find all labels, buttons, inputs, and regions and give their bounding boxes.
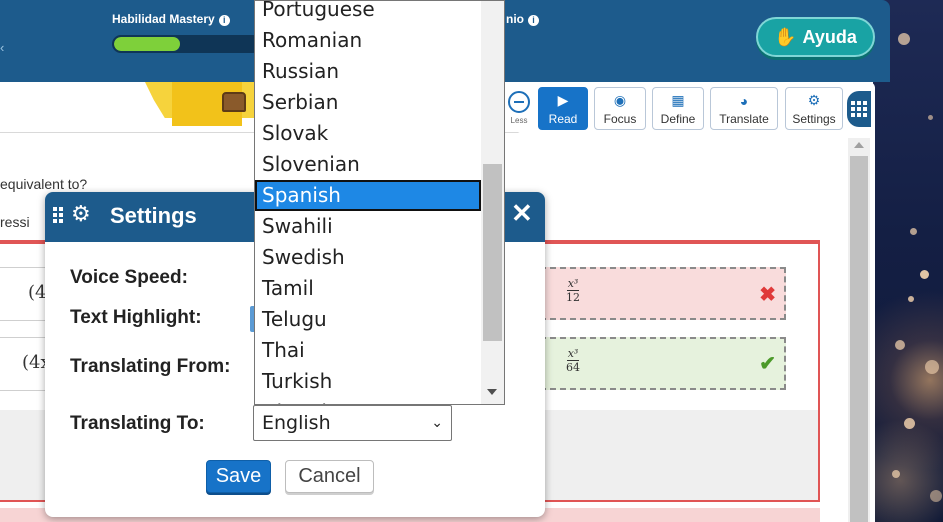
chevron-down-icon: ⌄ xyxy=(431,415,443,431)
question-text-continued: ressi xyxy=(0,214,30,230)
language-option[interactable]: Spanish xyxy=(255,180,481,211)
eye-icon: ◉ xyxy=(613,92,627,108)
language-option[interactable]: Serbian xyxy=(255,87,481,118)
language-option[interactable]: Swedish xyxy=(255,242,481,273)
translating-from-label: Translating From: xyxy=(70,356,231,377)
mastery-progress-bar xyxy=(112,35,262,53)
treasure-chest-icon xyxy=(222,92,246,112)
language-option[interactable]: Slovak xyxy=(255,118,481,149)
read-button[interactable]: ▶ Read xyxy=(538,87,588,130)
language-list: Portuguese Romanian Russian Serbian Slovak Sl… xyxy=(255,1,481,404)
translating-to-select[interactable]: English ⌄ xyxy=(253,405,452,441)
voice-speed-label: Voice Speed: xyxy=(70,267,188,288)
answer-area-right-border xyxy=(818,240,820,502)
focus-button[interactable]: ◉ Focus xyxy=(594,87,646,130)
help-button[interactable]: ✋ Ayuda xyxy=(756,17,875,57)
chevron-left-icon[interactable]: ‹ xyxy=(0,40,4,55)
premio-label: nio i xyxy=(506,12,539,26)
info-icon[interactable]: i xyxy=(528,15,539,26)
language-option[interactable]: Romanian xyxy=(255,25,481,56)
play-icon: ▶ xyxy=(557,92,569,108)
scroll-down-arrow-icon[interactable] xyxy=(487,389,497,395)
gear-icon: ⚙ xyxy=(807,92,821,108)
translating-to-label: Translating To: xyxy=(70,413,205,434)
language-option[interactable]: Tamil xyxy=(255,273,481,304)
gear-icon: ⚙ xyxy=(71,201,91,226)
answer-choice-wrong[interactable]: x³ 12 ✖ xyxy=(540,267,786,320)
info-icon[interactable]: i xyxy=(218,15,230,26)
text-highlight-label: Text Highlight: xyxy=(70,307,202,328)
incorrect-icon: ✖ xyxy=(759,284,776,306)
drag-handle-icon[interactable] xyxy=(53,207,63,223)
translate-button[interactable]: ◕ Translate xyxy=(710,87,778,130)
language-option[interactable]: Thai xyxy=(255,335,481,366)
dropdown-scrollbar[interactable] xyxy=(481,1,504,404)
expression-row-1: (4 xyxy=(28,282,47,303)
language-option[interactable]: Ukranian xyxy=(255,397,481,404)
help-button-label: Ayuda xyxy=(802,26,857,47)
grid-icon xyxy=(851,101,867,117)
settings-button[interactable]: ⚙ Settings xyxy=(785,87,843,130)
correct-icon: ✔ xyxy=(759,353,776,375)
less-button[interactable]: Less xyxy=(507,91,531,131)
language-option[interactable]: Slovenian xyxy=(255,149,481,180)
close-icon[interactable]: ✕ xyxy=(511,198,533,229)
scrollbar-thumb[interactable] xyxy=(850,156,868,522)
fraction: x³ 12 xyxy=(566,277,580,304)
language-option[interactable]: Turkish xyxy=(255,366,481,397)
mastery-progress-fill xyxy=(114,37,180,51)
toolbar-menu-button[interactable] xyxy=(847,91,871,127)
scroll-up-arrow-icon[interactable] xyxy=(854,142,864,148)
book-icon: ▦ xyxy=(671,92,685,108)
language-option[interactable]: Portuguese xyxy=(255,1,481,25)
translating-from-dropdown[interactable]: Portuguese Romanian Russian Serbian Slovak Sl… xyxy=(254,0,505,405)
content-scrollbar[interactable] xyxy=(848,138,870,522)
language-option[interactable]: Russian xyxy=(255,56,481,87)
settings-dialog-title: Settings xyxy=(110,203,197,228)
question-text: equivalent to? xyxy=(0,176,88,192)
cancel-button[interactable]: Cancel xyxy=(285,460,374,493)
fraction: x³ 64 xyxy=(566,347,580,374)
globe-icon: ◕ xyxy=(739,93,749,109)
language-option[interactable]: Swahili xyxy=(255,211,481,242)
scrollbar-thumb[interactable] xyxy=(483,164,502,341)
define-button[interactable]: ▦ Define xyxy=(652,87,704,130)
mastery-label: Habilidad Mastery i xyxy=(112,12,230,26)
language-option[interactable]: Telugu xyxy=(255,304,481,335)
hand-icon: ✋ xyxy=(774,26,797,47)
save-button[interactable]: Save xyxy=(206,460,271,493)
answer-choice-correct[interactable]: x³ 64 ✔ xyxy=(540,337,786,390)
minus-circle-icon xyxy=(508,91,530,113)
